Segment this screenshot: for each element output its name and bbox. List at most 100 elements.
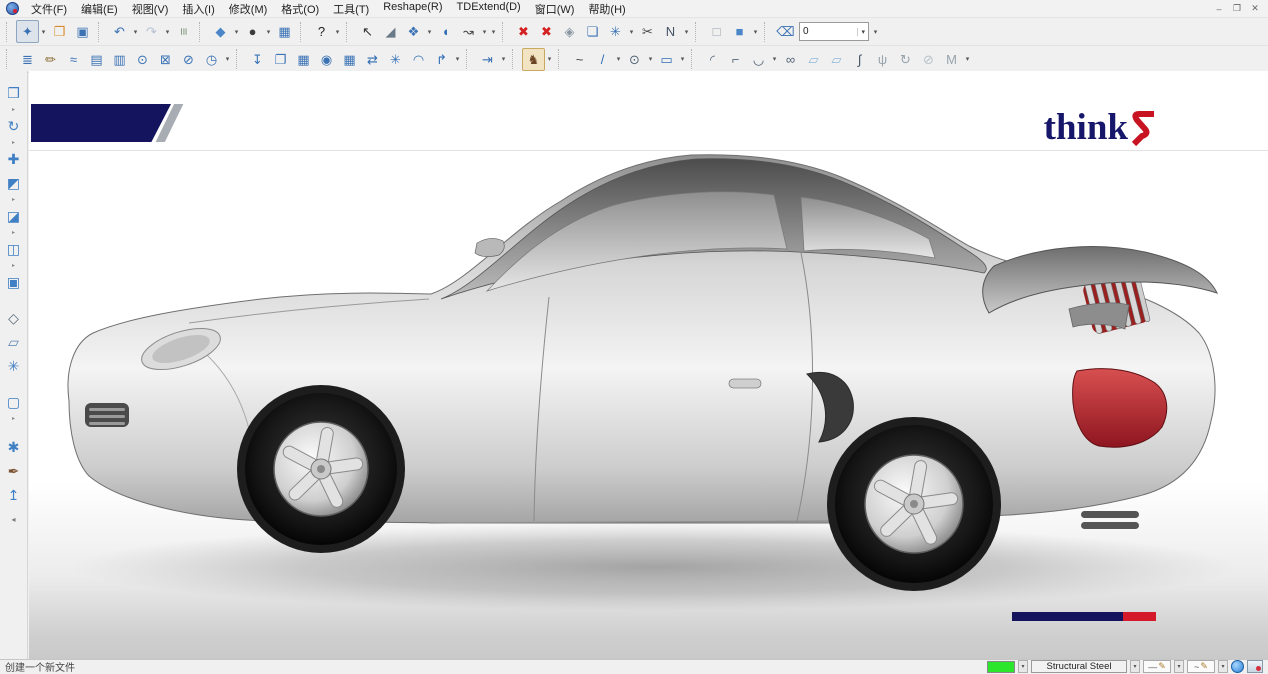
material-combo[interactable]: Structural Steel [1031, 660, 1127, 673]
dropdown-arrow-icon[interactable]: ▾ [963, 55, 972, 63]
layer-combo[interactable]: 0 ▾ [799, 22, 869, 41]
part-pencil-icon[interactable]: ⊙ [131, 48, 154, 71]
menu-view[interactable]: 视图(V) [125, 0, 176, 18]
circle-icon[interactable]: ⊙ [623, 48, 646, 71]
dropdown-arrow-icon[interactable]: ▾ [39, 28, 48, 36]
dropdown-arrow-icon[interactable]: ▾ [678, 55, 687, 63]
arc-rotate-icon[interactable]: ↻ [894, 48, 917, 71]
expand-arrow-icon[interactable]: ▸ [0, 138, 27, 147]
context-help-icon[interactable]: ? [310, 20, 333, 43]
dropdown-arrow-icon[interactable]: ▾ [453, 55, 462, 63]
mesh-gears-icon[interactable]: ✳ [384, 48, 407, 71]
close-button[interactable]: ✕ [1248, 3, 1262, 14]
disabled-curve-icon[interactable]: ⊘ [917, 48, 940, 71]
dropdown-arrow-icon[interactable]: ▾ [223, 55, 232, 63]
wireframe-cube-icon[interactable]: ◇ [2, 306, 26, 330]
redo-icon[interactable]: ↷ [140, 20, 163, 43]
dropdown-arrow-icon[interactable]: ▾ [333, 28, 342, 36]
model-viewport[interactable]: think [29, 71, 1268, 659]
pin-pencil-icon[interactable]: ✏ [39, 48, 62, 71]
delete-part-icon[interactable]: ⊘ [177, 48, 200, 71]
mesh-star-icon[interactable]: ✳ [2, 354, 26, 378]
render-view-icon[interactable]: ● [241, 20, 264, 43]
dropdown-arrow-icon[interactable]: ▾ [489, 28, 498, 36]
lattice-edit-icon[interactable]: ✳ [604, 20, 627, 43]
dropdown-arrow-icon[interactable]: ▾ [682, 28, 691, 36]
menu-file[interactable]: 文件(F) [24, 0, 74, 18]
restore-button[interactable]: ❐ [1230, 3, 1244, 14]
copy-solid-icon[interactable]: ❏ [581, 20, 604, 43]
menu-modify[interactable]: 修改(M) [222, 0, 275, 18]
history-clock-icon[interactable]: ◷ [200, 48, 223, 71]
rectangle-icon[interactable]: ▭ [655, 48, 678, 71]
menu-tools[interactable]: 工具(T) [326, 0, 376, 18]
menu-edit[interactable]: 编辑(E) [74, 0, 125, 18]
line-style-dropdown-icon[interactable]: ▾ [1174, 660, 1184, 673]
rotate-solid-icon[interactable]: ↻ [2, 114, 26, 138]
traffic-light-icon[interactable]: ≡ [172, 20, 195, 43]
bom-table-icon[interactable]: ▦ [292, 48, 315, 71]
minimize-button[interactable]: – [1212, 3, 1226, 14]
patch-2-icon[interactable]: ▱ [825, 48, 848, 71]
swap-arrows-icon[interactable]: ⇄ [361, 48, 384, 71]
sketch-curve-icon[interactable]: ↝ [457, 20, 480, 43]
save-icon[interactable]: ▣ [71, 20, 94, 43]
box-solid-icon[interactable]: ❒ [2, 81, 26, 105]
menu-reshape[interactable]: Reshape(R) [376, 0, 449, 18]
preview-eye-icon[interactable]: ◉ [315, 48, 338, 71]
dropdown-arrow-icon[interactable]: ▾ [480, 28, 489, 36]
dropdown-arrow-icon[interactable]: ▾ [646, 55, 655, 63]
freehand-curve-icon[interactable]: ~ [568, 48, 591, 71]
dropdown-arrow-icon[interactable]: ▾ [264, 28, 273, 36]
import-icon[interactable]: ↧ [246, 48, 269, 71]
database-star-icon[interactable]: ≣ [16, 48, 39, 71]
expand-arrow-icon[interactable]: ▸ [0, 414, 27, 423]
menu-help[interactable]: 帮助(H) [581, 0, 632, 18]
shaded-view-icon[interactable]: ◆ [209, 20, 232, 43]
menu-tdextend[interactable]: TDExtend(D) [450, 0, 528, 18]
menu-insert[interactable]: 插入(I) [175, 0, 221, 18]
sketch-plane-icon[interactable]: ▱ [2, 330, 26, 354]
face-solid-icon[interactable]: ◩ [2, 171, 26, 195]
line-icon[interactable]: / [591, 48, 614, 71]
dropdown-arrow-icon[interactable]: ▾ [131, 28, 140, 36]
dropdown-arrow-icon[interactable]: ▾ [871, 28, 880, 36]
bom-export-icon[interactable]: ▦ [338, 48, 361, 71]
chevron-down-icon[interactable]: ▾ [857, 28, 865, 36]
book-icon[interactable]: ▥ [108, 48, 131, 71]
dropdown-arrow-icon[interactable]: ▾ [770, 55, 779, 63]
chamfer-solid-icon[interactable]: ◪ [2, 204, 26, 228]
color-dropdown-icon[interactable]: ▾ [1018, 660, 1028, 673]
delete-icon[interactable]: ✖ [512, 20, 535, 43]
boolean-solid-icon[interactable]: ▣ [2, 270, 26, 294]
expand-arrow-icon[interactable]: ▸ [0, 195, 27, 204]
menu-format[interactable]: 格式(O) [274, 0, 326, 18]
fillet-surface-icon[interactable]: ◠ [407, 48, 430, 71]
lasso-select-icon[interactable]: ◖ [434, 20, 457, 43]
expand-arrow-icon[interactable]: ▸ [0, 105, 27, 114]
rounded-cube-icon[interactable]: ▢ [2, 390, 26, 414]
cut-icon[interactable]: ✂ [636, 20, 659, 43]
active-color-swatch[interactable] [987, 661, 1015, 673]
edit-solid-icon[interactable]: ■ [728, 20, 751, 43]
globe-icon[interactable] [1231, 660, 1244, 673]
brush-tool-icon[interactable]: ✒ [2, 459, 26, 483]
dropdown-arrow-icon[interactable]: ▾ [627, 28, 636, 36]
s-curve-icon[interactable]: ∫ [848, 48, 871, 71]
edit-wireframe-icon[interactable]: □ [705, 20, 728, 43]
table-icon[interactable]: ▦ [273, 20, 296, 43]
pencil-loop-icon[interactable]: ∞ [779, 48, 802, 71]
delete-all-icon[interactable]: ✖ [535, 20, 558, 43]
hammer-tool-icon[interactable]: ✱ [2, 435, 26, 459]
line-style-button[interactable]: — ✎ [1143, 660, 1171, 673]
blend-curve-icon[interactable]: ◡ [747, 48, 770, 71]
material-dropdown-icon[interactable]: ▾ [1130, 660, 1140, 673]
curve-style-button[interactable]: ~ ✎ [1187, 660, 1215, 673]
dropdown-arrow-icon[interactable]: ▾ [545, 55, 554, 63]
loft-sheet-icon[interactable]: ≈ [62, 48, 85, 71]
knight-icon[interactable]: ♞ [522, 48, 545, 71]
layer-eraser-icon[interactable]: ⌫ [774, 20, 797, 43]
move-solid-icon[interactable]: ✚ [2, 147, 26, 171]
edit-sheet-icon[interactable]: ▤ [85, 48, 108, 71]
app-icon[interactable] [6, 2, 19, 15]
